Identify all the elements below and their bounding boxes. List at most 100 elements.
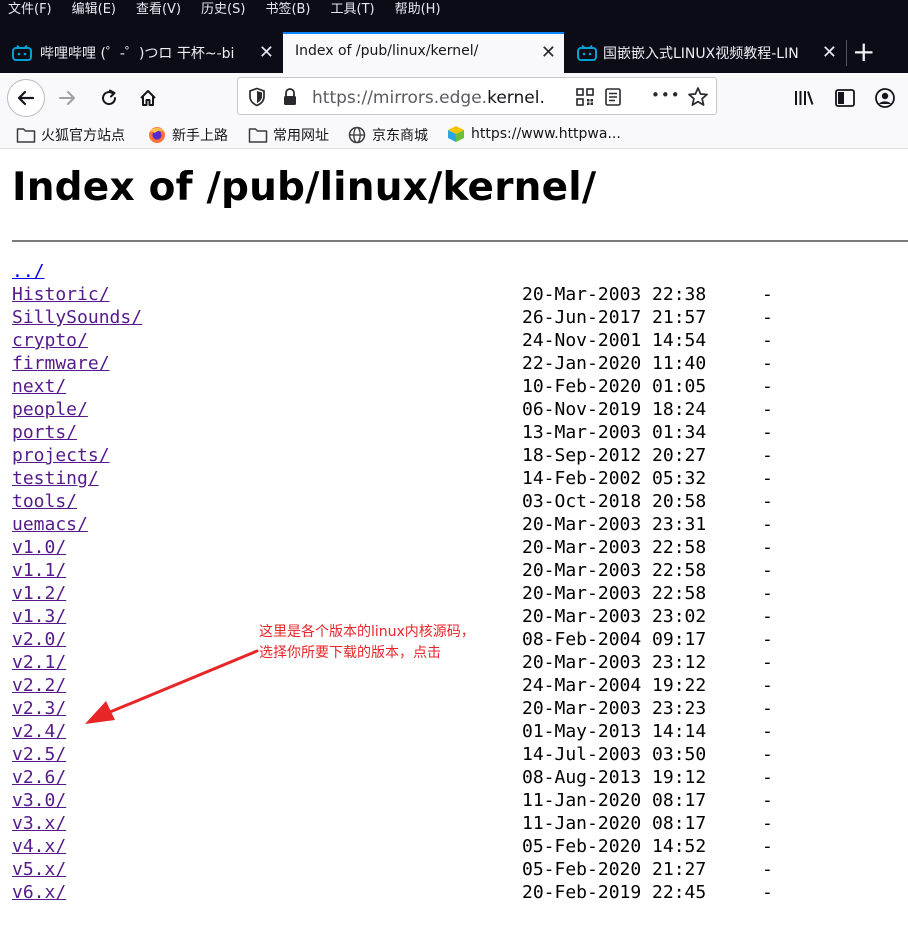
back-button[interactable] <box>7 79 45 117</box>
page-actions-menu-icon[interactable]: ••• <box>651 86 681 104</box>
menu-history[interactable]: 历史(S) <box>201 1 245 19</box>
directory-link[interactable]: ../ <box>12 261 45 282</box>
menu-tools[interactable]: 工具(T) <box>331 1 375 19</box>
listing-row: testing/14-Feb-2002 05:32 - <box>12 467 773 490</box>
listing-row: v6.x/20-Feb-2019 22:45 - <box>12 881 773 904</box>
listing-row: crypto/24-Nov-2001 14:54 - <box>12 329 773 352</box>
directory-link[interactable]: v3.x/ <box>12 813 66 834</box>
listing-row: v2.3/20-Mar-2003 23:23 - <box>12 697 773 720</box>
menu-file[interactable]: 文件(F) <box>8 1 52 19</box>
directory-listing: ../Historic/20-Mar-2003 22:38- SillySound… <box>12 260 773 904</box>
directory-link[interactable]: v2.4/ <box>12 721 66 742</box>
tab-close-button[interactable]: ✕ <box>259 44 274 62</box>
reader-view-icon[interactable] <box>604 87 622 107</box>
modified-date: 20-Mar-2003 22:38 <box>522 284 707 305</box>
qr-code-icon[interactable] <box>575 87 595 107</box>
directory-link[interactable]: firmware/ <box>12 353 110 374</box>
menu-edit[interactable]: 编辑(E) <box>72 1 116 19</box>
file-size: - <box>762 836 773 857</box>
directory-link[interactable]: v3.0/ <box>12 790 66 811</box>
modified-date: 05-Feb-2020 21:27 <box>522 859 707 880</box>
directory-link[interactable]: tools/ <box>12 491 77 512</box>
bookmark-star-icon[interactable] <box>687 86 709 108</box>
listing-row: v2.1/20-Mar-2003 23:12 - <box>12 651 773 674</box>
menu-help[interactable]: 帮助(H) <box>395 1 441 19</box>
tab-close-button[interactable]: ✕ <box>541 44 556 62</box>
file-size: - <box>762 698 773 719</box>
bookmark-httpwatch[interactable]: https://www.httpwa... <box>446 125 621 143</box>
globe-icon <box>348 126 366 144</box>
menu-bookmarks[interactable]: 书签(B) <box>265 1 310 19</box>
directory-link[interactable]: v1.0/ <box>12 537 66 558</box>
tracking-shield-icon[interactable] <box>248 87 266 107</box>
modified-date: 20-Feb-2019 22:45 <box>522 882 707 903</box>
directory-link[interactable]: v2.0/ <box>12 629 66 650</box>
back-arrow-icon <box>17 90 35 106</box>
modified-date: 20-Mar-2003 23:23 <box>522 698 707 719</box>
directory-link[interactable]: projects/ <box>12 445 110 466</box>
directory-link[interactable]: testing/ <box>12 468 99 489</box>
file-size: - <box>762 445 773 466</box>
tab-close-button[interactable]: ✕ <box>822 44 837 62</box>
listing-row: Historic/20-Mar-2003 22:38 - <box>12 283 773 306</box>
directory-link[interactable]: v5.x/ <box>12 859 66 880</box>
directory-link[interactable]: v2.6/ <box>12 767 66 788</box>
directory-link[interactable]: crypto/ <box>12 330 88 351</box>
directory-link[interactable]: v2.1/ <box>12 652 66 673</box>
bookmark-jd-mall[interactable]: 京东商城 <box>347 125 428 145</box>
listing-row: people/06-Nov-2019 18:24 - <box>12 398 773 421</box>
lock-icon[interactable] <box>282 87 298 107</box>
listing-row: next/10-Feb-2020 01:05 - <box>12 375 773 398</box>
directory-link[interactable]: v6.x/ <box>12 882 66 903</box>
directory-link[interactable]: v1.3/ <box>12 606 66 627</box>
directory-link[interactable]: v1.2/ <box>12 583 66 604</box>
bookmark-label: 新手上路 <box>172 128 228 144</box>
bookmark-getting-started[interactable]: 新手上路 <box>147 125 228 145</box>
home-icon <box>140 90 156 106</box>
modified-date: 26-Jun-2017 21:57 <box>522 307 707 328</box>
directory-link[interactable]: v1.1/ <box>12 560 66 581</box>
directory-link[interactable]: people/ <box>12 399 88 420</box>
url-text[interactable]: https://mirrors.edge.kernel. <box>312 88 562 108</box>
home-button[interactable] <box>136 86 160 110</box>
bookmarks-toolbar: 火狐官方站点 新手上路 常用网址 京东商城 https://www.httpwa… <box>0 121 908 149</box>
tab-linux-video[interactable]: 国嵌嵌入式LINUX视频教程-LIN ✕ <box>565 32 845 73</box>
listing-row: v1.2/20-Mar-2003 22:58 - <box>12 582 773 605</box>
url-bar[interactable]: https://mirrors.edge.kernel. ••• <box>237 77 717 115</box>
modified-date: 20-Mar-2003 23:02 <box>522 606 707 627</box>
new-tab-button[interactable]: + <box>852 38 875 66</box>
file-size: - <box>762 560 773 581</box>
bookmark-label: https://www.httpwa... <box>471 126 621 142</box>
listing-row: projects/18-Sep-2012 20:27 - <box>12 444 773 467</box>
listing-row: v2.2/24-Mar-2004 19:22 - <box>12 674 773 697</box>
directory-link[interactable]: ports/ <box>12 422 77 443</box>
directory-link[interactable]: uemacs/ <box>12 514 88 535</box>
bookmark-common-sites[interactable]: 常用网址 <box>248 125 329 145</box>
tab-title: Index of /pub/linux/kernel/ <box>295 43 479 59</box>
menu-bar: 文件(F) 编辑(E) 查看(V) 历史(S) 书签(B) 工具(T) 帮助(H… <box>0 0 908 20</box>
listing-row: v3.x/11-Jan-2020 08:17 - <box>12 812 773 835</box>
bookmark-firefox-official[interactable]: 火狐官方站点 <box>16 125 125 145</box>
tab-kernel-index[interactable]: Index of /pub/linux/kernel/ ✕ <box>283 32 564 73</box>
directory-link[interactable]: Historic/ <box>12 284 110 305</box>
forward-button[interactable] <box>56 87 78 109</box>
account-icon[interactable] <box>874 87 896 109</box>
sidebar-icon[interactable] <box>834 88 856 108</box>
tab-bilibili[interactable]: 哔哩哔哩 (゜-゜)つロ 干杯~-bi ✕ <box>0 32 282 73</box>
directory-link[interactable]: v4.x/ <box>12 836 66 857</box>
navigation-toolbar: https://mirrors.edge.kernel. ••• <box>0 73 908 121</box>
library-icon[interactable] <box>793 88 815 108</box>
url-prefix: https://mirrors.edge. <box>312 88 488 108</box>
menu-view[interactable]: 查看(V) <box>136 1 181 19</box>
directory-link[interactable]: next/ <box>12 376 66 397</box>
file-size: - <box>762 652 773 673</box>
reload-button[interactable] <box>97 86 121 110</box>
file-size: - <box>762 813 773 834</box>
forward-arrow-icon <box>59 91 75 105</box>
directory-link[interactable]: v2.5/ <box>12 744 66 765</box>
directory-link[interactable]: SillySounds/ <box>12 307 142 328</box>
directory-link[interactable]: v2.3/ <box>12 698 66 719</box>
listing-row: v2.0/08-Feb-2004 09:17 - <box>12 628 773 651</box>
directory-link[interactable]: v2.2/ <box>12 675 66 696</box>
file-size: - <box>762 307 773 328</box>
